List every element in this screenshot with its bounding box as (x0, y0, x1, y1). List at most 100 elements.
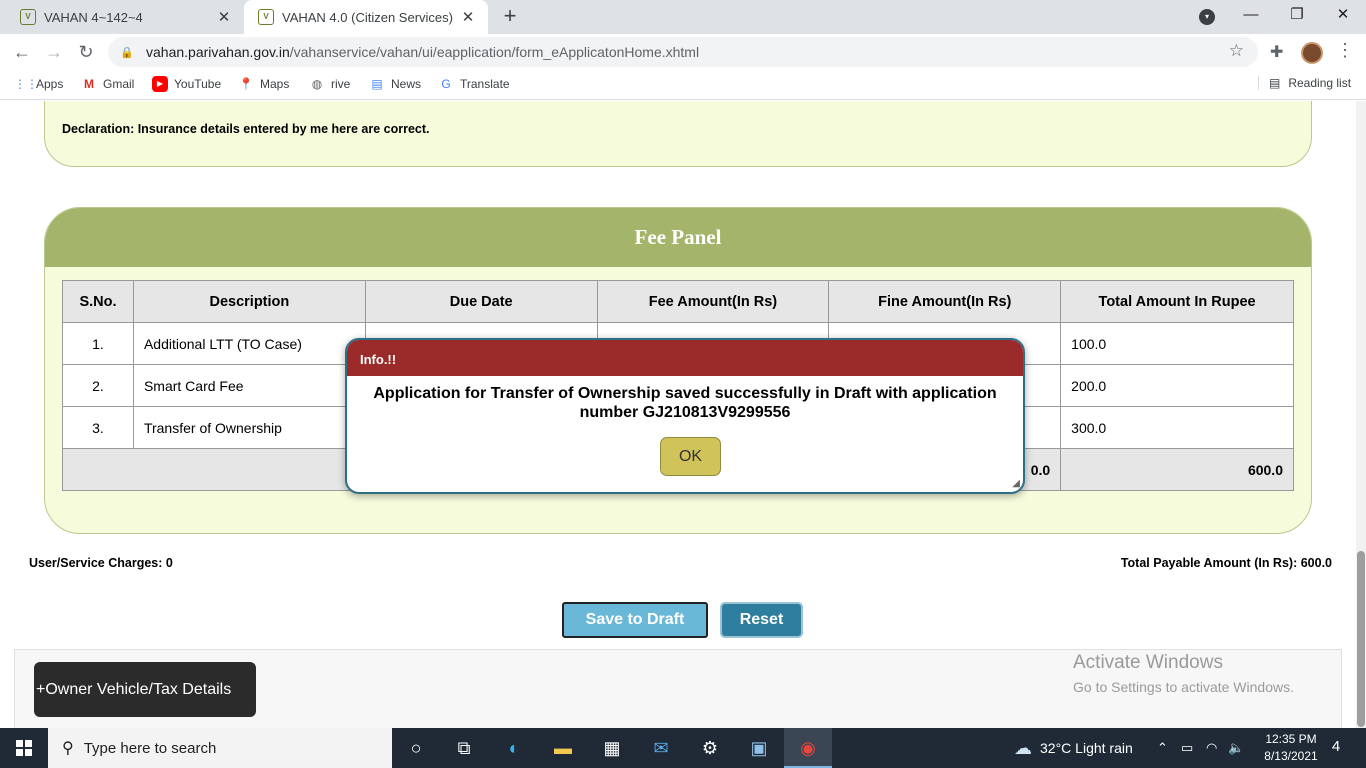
wifi-icon[interactable]: ◠ (1206, 728, 1217, 768)
cell-sno: 3. (62, 406, 134, 449)
maps-pin-icon: 📍 (238, 77, 254, 91)
windows-taskbar: ⚲ Type here to search ○ ⧉ ◐ ▬ ▦ ✉ ⚙ ▣ ◉ … (0, 728, 1366, 768)
bookmark-maps[interactable]: 📍 Maps (238, 76, 290, 92)
translate-icon: G (441, 77, 451, 91)
bookmarks-bar: ⋮⋮ Apps M Gmail ▶ YouTube 📍 Maps ◍ rive … (0, 70, 1366, 100)
bookmark-label: News (391, 77, 422, 91)
cell-sno: 1. (62, 322, 134, 365)
show-hidden-icons-icon[interactable]: ⌃ (1157, 728, 1168, 768)
youtube-icon: ▶ (152, 76, 168, 92)
chrome-menu-icon[interactable]: ⋮ (1336, 40, 1354, 61)
weather-widget[interactable]: ☁ 32°C Light rain (1014, 728, 1133, 768)
browser-tab-vahan-142[interactable]: V VAHAN 4~142~4 ✕ (8, 0, 244, 34)
weather-text: 32°C Light rain (1040, 740, 1133, 756)
col-sno: S.No. (62, 280, 134, 323)
notifications-icon[interactable]: 4 (1326, 738, 1346, 758)
settings-gear-icon[interactable]: ⚙ (686, 728, 734, 768)
user-service-charges: User/Service Charges: 0 (29, 556, 173, 570)
activate-windows-title: Activate Windows (1073, 652, 1223, 673)
cortana-icon[interactable]: ○ (392, 728, 440, 768)
file-explorer-icon[interactable]: ▬ (539, 728, 587, 768)
resize-handle-icon[interactable]: ◢ (1012, 478, 1020, 489)
dialog-message-line1: Application for Transfer of Ownership sa… (373, 385, 997, 402)
tab-search-icon[interactable]: ▾ (1199, 9, 1215, 25)
owner-vehicle-tax-details-button[interactable]: +Owner Vehicle/Tax Details (34, 662, 256, 717)
bookmark-label: Maps (260, 77, 290, 91)
activate-windows-hint: Go to Settings to activate Windows. (1073, 679, 1294, 695)
scrollbar-thumb[interactable] (1357, 551, 1365, 727)
bookmark-label: rive (331, 77, 351, 91)
tab-title: VAHAN 4~142~4 (44, 9, 143, 25)
bookmark-youtube[interactable]: ▶ YouTube (152, 76, 221, 92)
bookmark-news[interactable]: ▤ News (369, 76, 421, 92)
bookmark-translate[interactable]: G Translate (438, 76, 509, 92)
bookmark-apps[interactable]: ⋮⋮ Apps (14, 76, 63, 92)
battery-icon[interactable]: ▭ (1181, 728, 1193, 768)
close-tab-icon[interactable]: ✕ (456, 8, 480, 26)
minimize-icon[interactable]: — (1228, 0, 1274, 30)
declaration-text: Declaration: Insurance details entered b… (62, 122, 430, 136)
col-due-date: Due Date (364, 280, 598, 323)
close-tab-icon[interactable]: ✕ (212, 8, 236, 26)
reading-list-icon: ▤ (1269, 76, 1281, 90)
save-to-draft-button[interactable]: Save to Draft (562, 602, 708, 638)
url-path: /vahanservice/vahan/ui/eapplication/form… (289, 44, 700, 60)
page-scrollbar[interactable] (1356, 101, 1366, 728)
globe-icon: ◍ (311, 77, 323, 91)
address-bar[interactable]: 🔒 vahan.parivahan.gov.in/vahanservice/va… (108, 37, 1258, 67)
store-icon[interactable]: ▦ (588, 728, 636, 768)
restore-icon[interactable]: ❐ (1274, 0, 1320, 30)
news-icon: ▤ (371, 77, 383, 91)
bookmark-star-icon[interactable]: ☆ (1229, 41, 1244, 61)
extensions-icon[interactable]: ✚ (1270, 42, 1283, 62)
bookmark-gmail[interactable]: M Gmail (81, 76, 134, 92)
lock-icon: 🔒 (120, 46, 134, 59)
window-close-icon[interactable]: ✕ (1320, 0, 1366, 30)
cell-total: 300.0 (1060, 406, 1294, 449)
mail-icon[interactable]: ✉ (637, 728, 685, 768)
taskbar-search-box[interactable]: ⚲ Type here to search (48, 728, 392, 768)
browser-toolbar: ← → ↻ 🔒 vahan.parivahan.gov.in/vahanserv… (0, 34, 1366, 70)
reload-icon[interactable]: ↻ (74, 40, 98, 64)
browser-tab-bar: V VAHAN 4~142~4 ✕ V VAHAN 4.0 (Citizen S… (0, 0, 1366, 34)
grand-total-cell: 600.0 (1060, 448, 1294, 491)
cell-total: 100.0 (1060, 322, 1294, 365)
chrome-icon[interactable]: ◉ (784, 728, 832, 768)
reset-button[interactable]: Reset (720, 602, 803, 638)
dialog-message: Application for Transfer of Ownership sa… (347, 384, 1023, 422)
windows-logo-icon (16, 740, 32, 756)
dialog-message-line2: number GJ210813V9299556 (579, 404, 791, 421)
bookmark-rive[interactable]: ◍ rive (309, 76, 351, 92)
vahan-favicon-icon: V (258, 9, 274, 25)
task-view-icon[interactable]: ⧉ (440, 728, 488, 768)
col-fine-amount: Fine Amount(In Rs) (828, 280, 1062, 323)
notification-count: 4 (1331, 738, 1341, 755)
search-placeholder: Type here to search (83, 739, 217, 757)
clock-time: 12:35 PM (1265, 732, 1317, 746)
col-fee-amount: Fee Amount(In Rs) (596, 280, 830, 323)
bookmark-label: Apps (36, 77, 64, 91)
forward-icon[interactable]: → (42, 40, 66, 64)
total-payable-amount: Total Payable Amount (In Rs): 600.0 (1120, 556, 1332, 570)
back-icon[interactable]: ← (10, 40, 34, 64)
cell-sno: 2. (62, 364, 134, 407)
edge-icon[interactable]: ◐ (490, 728, 538, 768)
activate-windows-watermark: Activate Windows Go to Settings to activ… (1073, 652, 1294, 695)
ok-button[interactable]: OK (660, 437, 721, 476)
apps-grid-icon: ⋮⋮ (14, 77, 38, 91)
clock-date: 8/13/2021 (1264, 749, 1318, 763)
table-header-row: S.No. Description Due Date Fee Amount(In… (62, 280, 1294, 323)
col-description: Description (132, 280, 366, 323)
declaration-panel: Declaration: Insurance details entered b… (44, 101, 1312, 167)
taskbar-clock[interactable]: 12:35 PM 8/13/2021 (1254, 731, 1328, 765)
volume-icon[interactable]: 🔈 (1228, 728, 1244, 768)
reading-list-label: Reading list (1288, 76, 1352, 90)
start-button[interactable] (0, 728, 48, 768)
remote-desktop-icon[interactable]: ▣ (735, 728, 783, 768)
new-tab-icon[interactable]: + (498, 4, 522, 28)
reading-list[interactable]: ▤ Reading list (1258, 76, 1351, 90)
browser-tab-vahan-citizen[interactable]: V VAHAN 4.0 (Citizen Services) ✕ (244, 0, 488, 34)
search-icon: ⚲ (62, 740, 74, 757)
profile-avatar[interactable] (1301, 42, 1323, 64)
gmail-icon: M (84, 77, 94, 91)
